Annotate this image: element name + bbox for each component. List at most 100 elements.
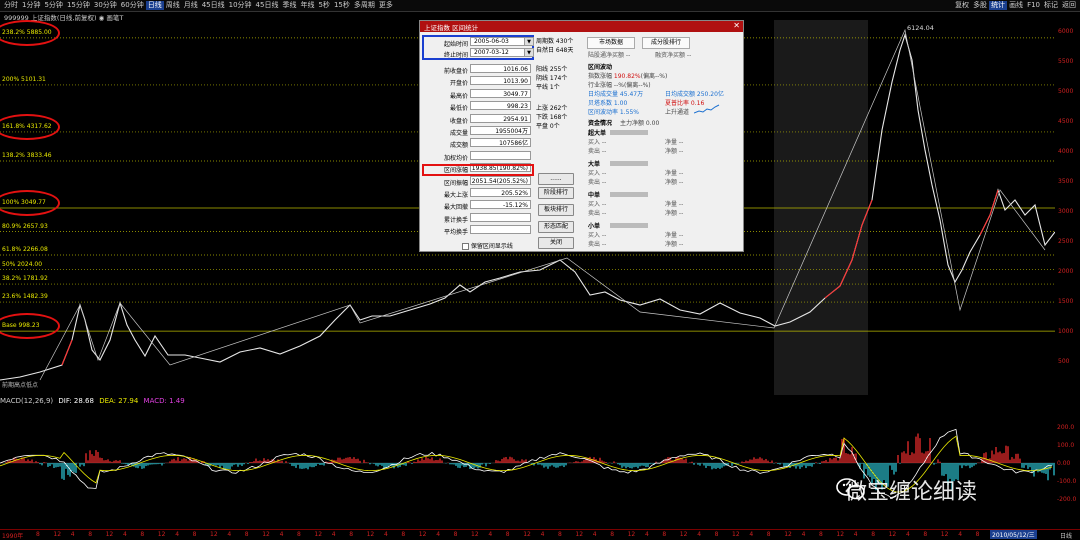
stat-row: 开盘价 1013.90	[424, 76, 532, 87]
yin-count: 阴线 174个	[536, 75, 568, 82]
y-tick-label: 3500	[1058, 178, 1073, 185]
tab-period-11[interactable]: 45日线	[254, 1, 281, 10]
tab-period-8[interactable]: 月线	[182, 1, 200, 10]
hk-connect-buy: 陆股通净买额 --	[588, 52, 631, 59]
macd-chart[interactable]	[0, 406, 1055, 526]
x-tick-label: 8	[453, 531, 458, 538]
keep-lines-checkbox[interactable]: 保留区间显示线	[462, 241, 513, 250]
x-tick-label: 8	[192, 531, 197, 538]
y-tick-label: 6000	[1058, 28, 1073, 35]
tab-period-16[interactable]: 多周期	[352, 1, 377, 10]
stat-label: 收盘价	[449, 117, 468, 125]
fund-sell: 卖出 --	[588, 241, 607, 248]
macd-y-tick: -100.0	[1057, 478, 1077, 485]
price-y-axis: 6000 5500 5000 4500 4000 3500 3000 2500 2000 1500…	[1058, 28, 1073, 365]
ellipsis-button[interactable]: ......	[538, 173, 574, 185]
channel-sparkline	[694, 104, 720, 114]
tab-period-10[interactable]: 10分钟	[227, 1, 254, 10]
pattern-match-button[interactable]: 形态匹配	[538, 221, 574, 233]
stat-value: 107586亿	[470, 138, 531, 148]
tab-period-15[interactable]: 15秒	[332, 1, 352, 10]
stat-row: 最低价 998.23	[424, 101, 532, 112]
funds-title: 资金情况	[588, 120, 613, 127]
macd-dea: DEA: 27.94	[99, 397, 139, 405]
stat-label: 最大上涨	[443, 192, 468, 199]
toolbar-item-0[interactable]: 复权	[953, 1, 971, 10]
price-rise-segment-2	[979, 189, 999, 236]
tab-period-4[interactable]: 30分钟	[92, 1, 119, 10]
toolbar-item-1[interactable]: 多股	[971, 1, 989, 10]
tab-period-6[interactable]: 日线	[145, 1, 164, 10]
fib-levels: 238.2% 5885.00 200% 5101.31 161.8% 4317.62…	[0, 19, 420, 395]
y-tick-label: 2000	[1058, 268, 1073, 275]
tab-period-0[interactable]: 分时	[2, 1, 20, 10]
tab-market-data[interactable]: 市场数据	[587, 37, 635, 49]
x-tick-label: 12	[836, 531, 845, 538]
tab-period-14[interactable]: 5秒	[316, 1, 331, 10]
x-tick-label: 8	[871, 531, 876, 538]
tab-period-12[interactable]: 季线	[280, 1, 298, 10]
chevron-down-icon[interactable]: ▼	[524, 49, 533, 56]
y-tick-label: 1500	[1058, 298, 1073, 305]
x-tick-label: 8	[923, 531, 928, 538]
stat-row: 成交量 1955004万	[424, 126, 532, 137]
tab-period-13[interactable]: 年线	[298, 1, 316, 10]
brand-watermark: 微宝缠论细读	[845, 480, 978, 505]
y-tick-label: 3000	[1058, 208, 1073, 215]
fund-bar	[610, 161, 648, 166]
stat-value: 1955004万	[470, 126, 531, 135]
toolbar-item-3[interactable]: 画线	[1007, 1, 1025, 10]
start-date-row: 起始时间 2005-06-03 ▼	[424, 37, 534, 48]
range-stats-dialog[interactable]: 上证指数 区间统计 ✕ 起始时间 2005-06-03 ▼ 终止时间 2007-0…	[419, 20, 744, 252]
x-tick-label: 4	[175, 531, 180, 538]
tab-period-9[interactable]: 45日线	[200, 1, 227, 10]
volatility: 区间波动率 1.55%	[588, 109, 639, 116]
toolbar-item-5[interactable]: 标记	[1042, 1, 1060, 10]
end-date-field[interactable]: 2007-03-12 ▼	[470, 48, 534, 57]
highlight-ring-4	[0, 190, 60, 216]
stat-row: 累计换手	[424, 212, 532, 224]
stat-value	[470, 150, 531, 160]
tab-period-2[interactable]: 5分钟	[42, 1, 64, 10]
down-count: 下跌 168个	[536, 114, 568, 121]
y-tick-label: 5500	[1058, 58, 1073, 65]
index-gain: 指数涨幅 190.82%(偏离--%)	[588, 73, 668, 80]
stat-label: 成交量	[449, 130, 468, 137]
checkbox-box[interactable]	[462, 243, 469, 250]
stat-row: 加权均价	[424, 150, 532, 162]
channel: 上升通道	[665, 109, 690, 116]
toolbar-item-2[interactable]: 统计	[989, 1, 1008, 10]
x-tick-label: 12	[523, 531, 531, 538]
range-volatility-title: 区间波动	[588, 64, 613, 71]
x-tick-label: 4	[331, 531, 336, 538]
tab-component-rank[interactable]: 成分股排行	[642, 37, 690, 49]
toolbar-item-6[interactable]: 返回	[1060, 1, 1078, 10]
macd-value: MACD: 1.49	[143, 397, 185, 405]
toolbar-item-4[interactable]: F10	[1025, 1, 1042, 10]
x-tick-label: 8	[401, 531, 406, 538]
x-tick-label: 12	[784, 531, 792, 538]
tab-period-7[interactable]: 周线	[164, 1, 182, 10]
close-icon[interactable]: ✕	[733, 21, 740, 30]
chevron-down-icon[interactable]: ▼	[524, 38, 533, 45]
x-tick-label: 4	[801, 531, 806, 538]
close-button[interactable]: 关闭	[538, 237, 574, 249]
stat-row: 前收盘价 1016.06	[424, 64, 532, 75]
tab-period-3[interactable]: 15分钟	[65, 1, 92, 10]
x-tick-label: 12	[210, 531, 218, 538]
macd-y-tick: 100.0	[1057, 442, 1074, 449]
dialog-titlebar[interactable]: 上证指数 区间统计 ✕	[420, 21, 743, 32]
x-tick-label: 4	[488, 531, 493, 538]
x-tick-label: 4	[592, 531, 597, 538]
beta: 贝塔系数 1.00	[588, 100, 628, 107]
sector-rank-button[interactable]: 板块排行	[538, 204, 574, 216]
start-date-field[interactable]: 2005-06-03 ▼	[470, 37, 534, 46]
tab-period-5[interactable]: 60分钟	[119, 1, 146, 10]
stage-rank-button[interactable]: 阶段排行	[538, 187, 574, 199]
tab-period-1[interactable]: 1分钟	[20, 1, 42, 10]
stat-label: 区间振幅	[443, 179, 468, 187]
up-count: 上涨 262个	[536, 105, 568, 112]
tab-period-17[interactable]: 更多	[377, 1, 395, 10]
highlight-ring-0	[0, 19, 60, 46]
fund-group-name: 超大单	[588, 130, 607, 137]
